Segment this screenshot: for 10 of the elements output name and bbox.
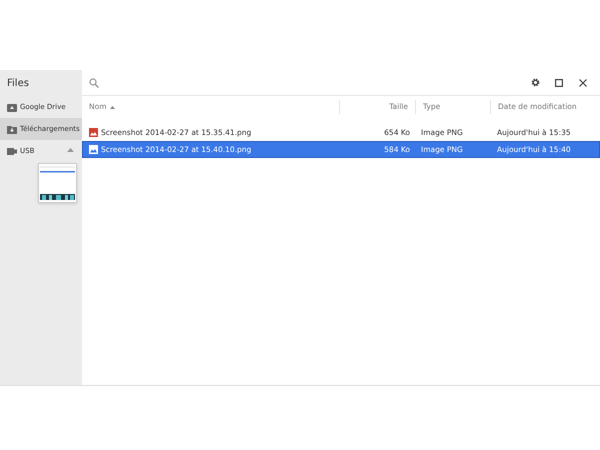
- close-icon[interactable]: [579, 78, 587, 86]
- image-file-icon: [89, 128, 98, 137]
- download-folder-icon: [7, 124, 17, 134]
- settings-icon[interactable]: [531, 78, 540, 87]
- usb-drive-icon: [7, 148, 17, 154]
- drive-icon: [7, 102, 17, 112]
- search-icon[interactable]: [89, 78, 99, 88]
- image-file-icon: [89, 145, 98, 154]
- maximize-icon[interactable]: [555, 78, 563, 86]
- sidebar-title: Files: [6, 76, 30, 90]
